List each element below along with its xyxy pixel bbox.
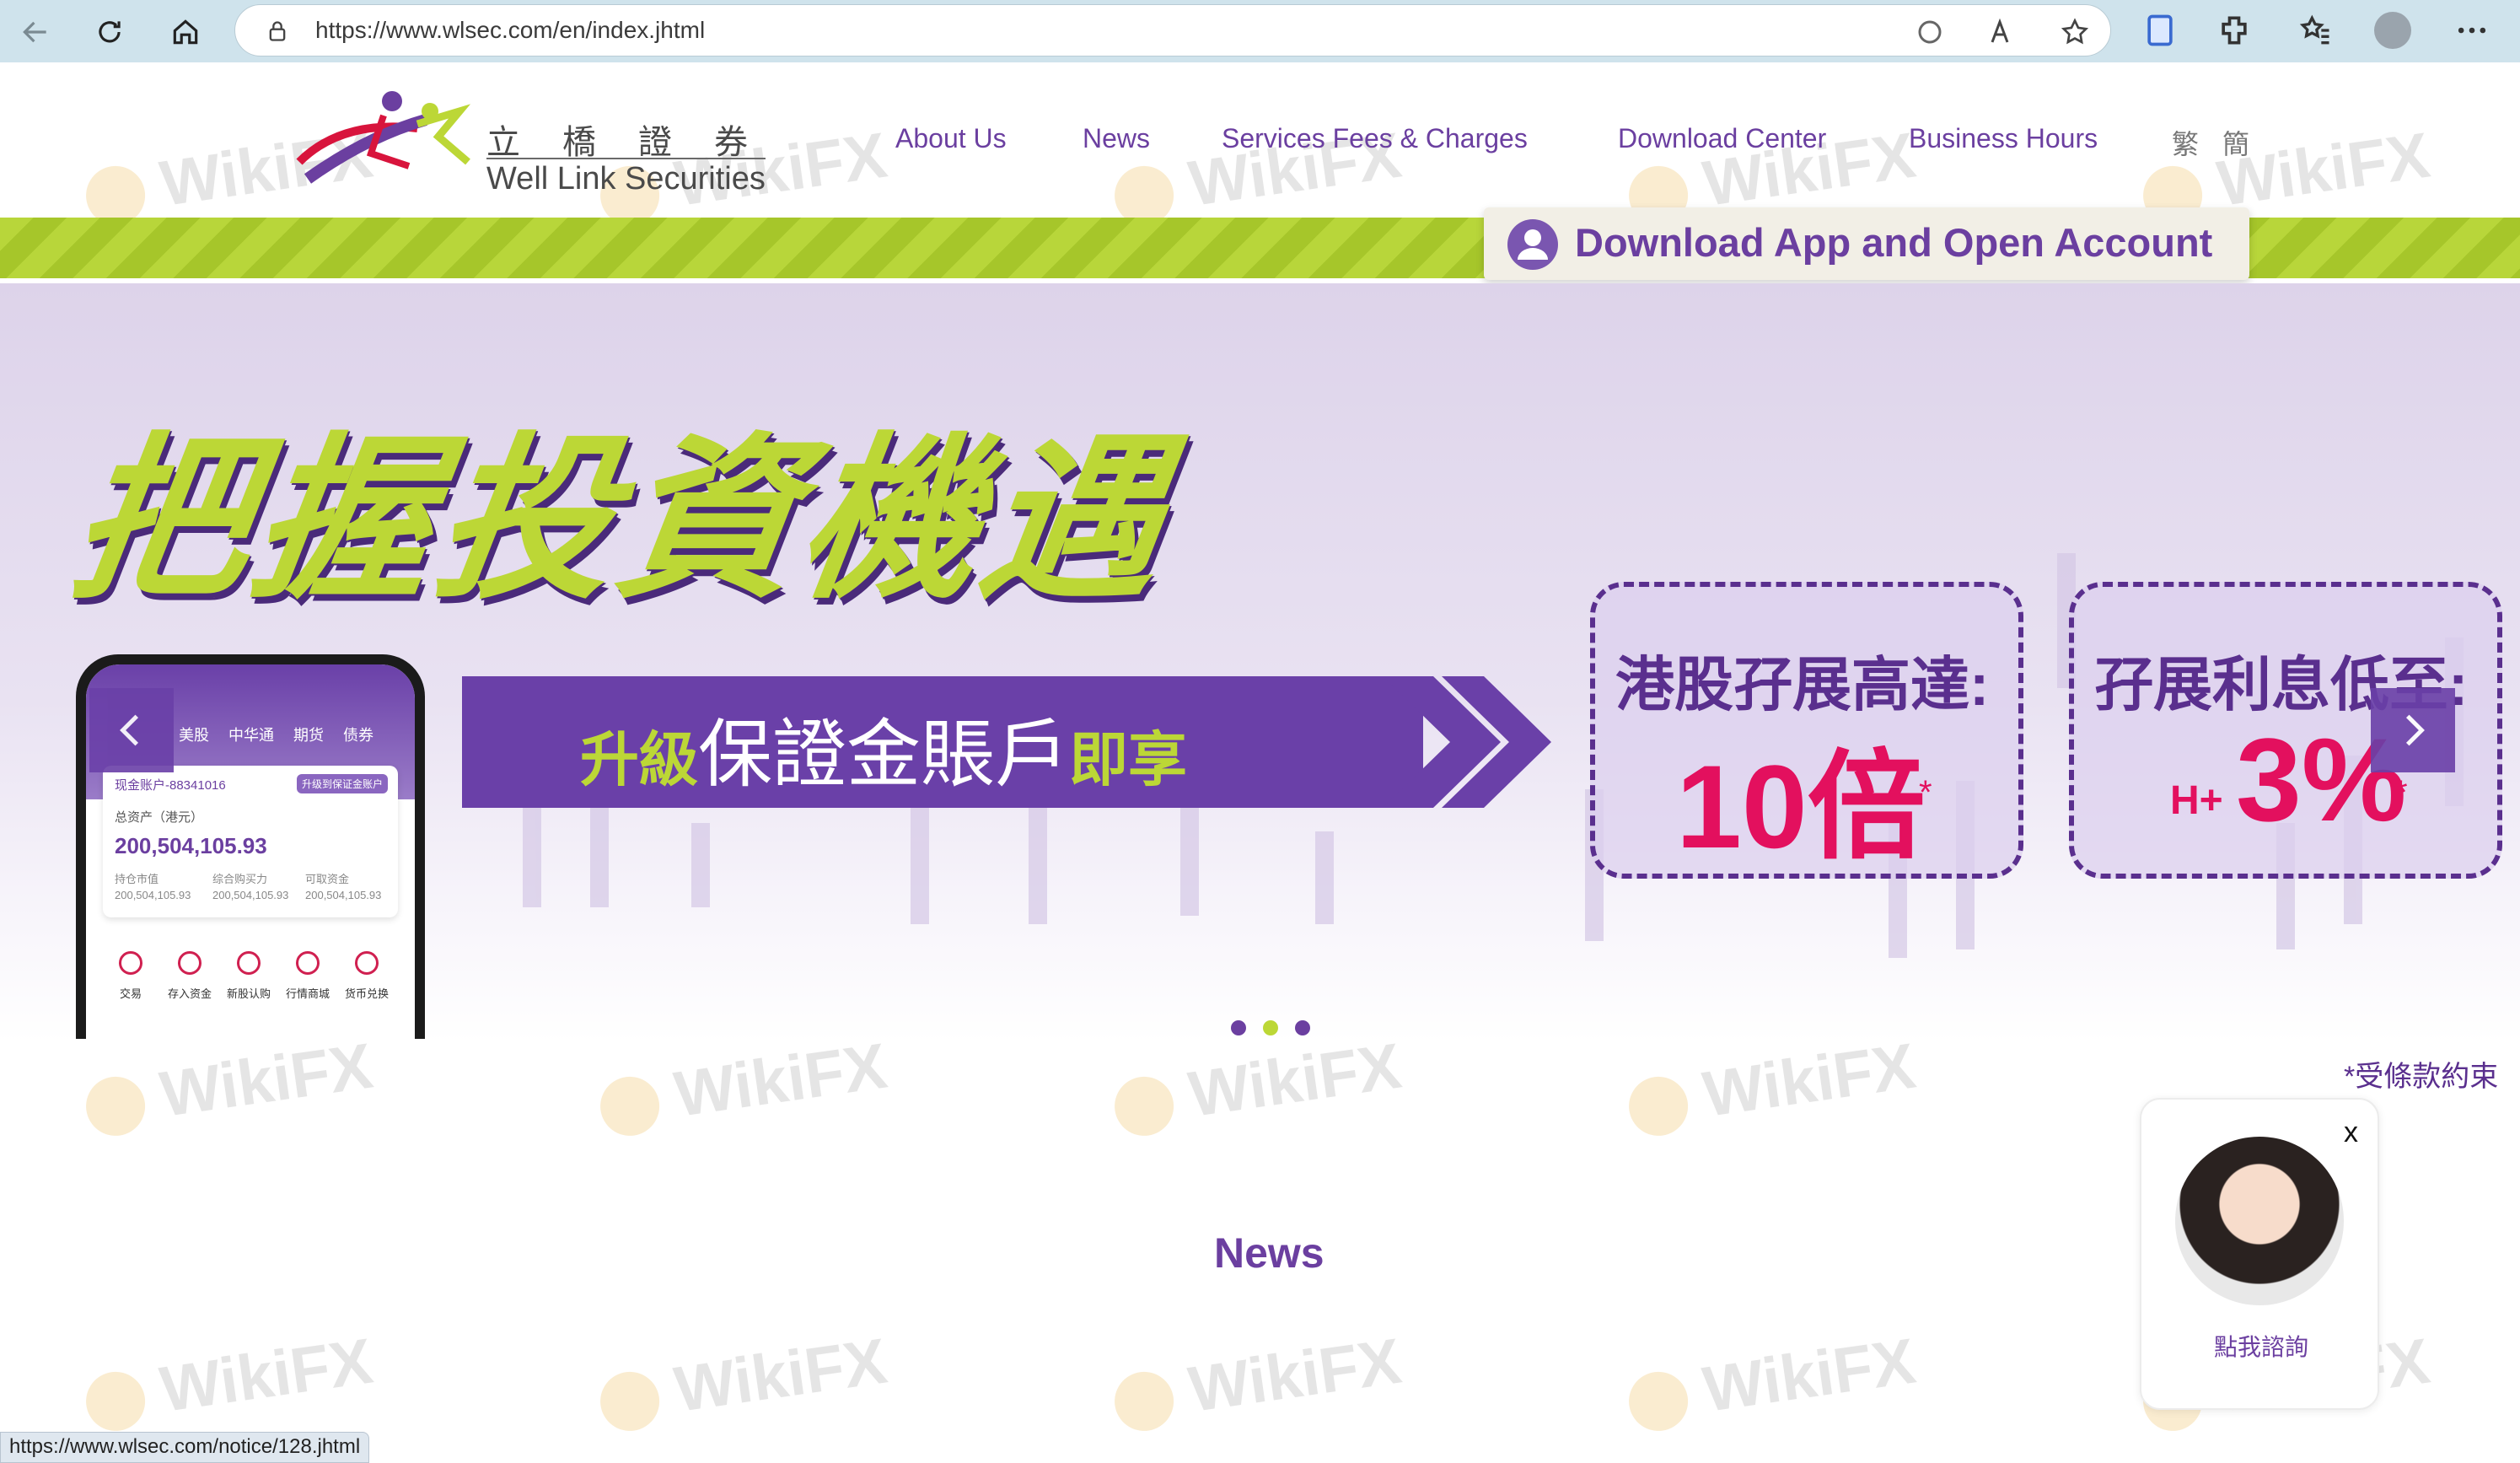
phone-total-label: 总资产（港元） (115, 810, 204, 825)
banner-headline: 把握投資機遇 (59, 421, 1180, 619)
nav-services-fees[interactable]: Services Fees & Charges (1222, 123, 1528, 165)
home-icon (173, 19, 198, 45)
margin-upgrade-band: 升級保證金賬戶即享 (462, 676, 1423, 808)
carousel-prev-button[interactable] (89, 688, 174, 772)
watermark: WikiFX (1624, 1325, 1920, 1438)
translate-icon[interactable] (1915, 17, 1945, 47)
lang-simplified[interactable]: 簡 (2222, 123, 2249, 165)
chat-widget[interactable]: x 點我諮詢 (2140, 1098, 2379, 1410)
back-button[interactable] (10, 7, 61, 57)
carousel-dots (1231, 1020, 1315, 1042)
watermark: WikiFX (1110, 1030, 1405, 1143)
chevron-arrows-icon (1383, 676, 1551, 808)
back-arrow-icon (23, 21, 46, 43)
phone-tabs: 美股 中华通 期货 债券 (179, 727, 374, 744)
promo-title: 港股孖展高達: (1615, 652, 1990, 718)
nav-news[interactable]: News (1083, 123, 1150, 165)
phone-total-value: 200,504,105.93 (115, 833, 267, 858)
download-app-button[interactable]: Download App and Open Account (1484, 207, 2249, 280)
website: WikiFX WikiFX WikiFX WikiFX WikiFX 立橋證券 … (0, 62, 2520, 1463)
nav-about-us[interactable]: About Us (895, 123, 1007, 165)
extensions-icon[interactable] (2216, 12, 2253, 49)
more-menu-icon[interactable] (2453, 12, 2490, 49)
favorites-icon[interactable] (2297, 12, 2334, 49)
consultant-avatar[interactable] (2175, 1137, 2344, 1305)
promo-card-margin-ratio: 港股孖展高達: 10倍 * (1590, 582, 2023, 879)
address-bar[interactable]: https://www.wlsec.com/en/index.jhtml (234, 4, 2111, 56)
phone-col-value: 200,504,105.93 (212, 889, 289, 901)
hero-carousel: 把握投資機遇 升級保證金賬戶即享 港股孖展高達: 10倍 * 孖展利息低至: H… (0, 283, 2520, 1042)
download-app-label: Download App and Open Account (1575, 220, 2213, 265)
watermark: WikiFX (81, 1325, 377, 1438)
well-link-logo-icon (296, 91, 471, 184)
chevron-right-icon (2405, 714, 2425, 746)
promo-mark: * (2394, 774, 2408, 811)
logo-chinese: 立橋證券 (486, 123, 790, 162)
watermark: WikiFX (595, 1325, 891, 1438)
chat-label[interactable]: 點我諮詢 (2141, 1329, 2381, 1363)
promo-value: 10倍 (1676, 740, 1926, 873)
phone-account-id: 现金账户-88341016 (115, 778, 226, 793)
logo-english: Well Link Securities (486, 158, 766, 197)
browser-toolbar: https://www.wlsec.com/en/index.jhtml (0, 0, 2520, 62)
phone-account-card: 现金账户-88341016 升级到保证金账户 总资产（港元） 200,504,1… (103, 766, 398, 917)
carousel-dot[interactable] (1231, 1020, 1246, 1035)
user-icon (1507, 219, 1558, 270)
chat-close-button[interactable]: x (2344, 1116, 2358, 1149)
phone-menu-label: 新股认购 (226, 987, 271, 1000)
nav-download-center[interactable]: Download Center (1618, 123, 1826, 165)
phone-menu-label: 交易 (119, 987, 142, 1000)
phone-col-value: 200,504,105.93 (115, 889, 191, 901)
lang-traditional[interactable]: 繁 (2172, 123, 2199, 165)
link-status-bar: https://www.wlsec.com/notice/128.jhtml (0, 1432, 370, 1463)
watermark: WikiFX (81, 1030, 377, 1143)
terms-note: *受條款約束 (2344, 1061, 2499, 1093)
carousel-dot[interactable] (1263, 1020, 1278, 1035)
news-section-title: News (1214, 1229, 1324, 1277)
lock-icon (269, 21, 286, 41)
favorite-star-icon[interactable] (2060, 17, 2090, 47)
phone-col-value: 200,504,105.93 (305, 889, 382, 901)
read-aloud-icon[interactable] (1987, 17, 2018, 47)
promo-prefix: H+ (2170, 778, 2223, 823)
margin-upgrade-text: 升級保證金賬戶即享 (580, 713, 1188, 796)
phone-menu-label: 货币兑换 (344, 987, 389, 1000)
watermark: WikiFX (595, 1030, 891, 1143)
promo-mark: * (1919, 774, 1932, 811)
nav-business-hours[interactable]: Business Hours (1909, 123, 2098, 165)
carousel-dot[interactable] (1295, 1020, 1310, 1035)
watermark: WikiFX (1110, 1325, 1405, 1438)
home-button[interactable] (160, 7, 211, 57)
collections-icon[interactable] (2141, 12, 2179, 49)
watermark: WikiFX (1624, 1030, 1920, 1143)
url-text: https://www.wlsec.com/en/index.jhtml (315, 17, 706, 43)
site-logo[interactable]: 立橋證券 Well Link Securities (291, 86, 766, 197)
carousel-next-button[interactable] (2371, 688, 2455, 772)
phone-menu-label: 行情商城 (285, 987, 330, 1000)
phone-col-label: 综合购买力 (212, 873, 268, 885)
phone-col-label: 持仓市值 (115, 873, 159, 885)
refresh-icon (99, 21, 121, 43)
phone-col-label: 可取资金 (305, 873, 350, 885)
refresh-button[interactable] (84, 7, 135, 57)
phone-upgrade-badge: 升级到保证金账户 (296, 774, 388, 793)
chevron-left-icon (120, 714, 139, 746)
phone-menu-label: 存入资金 (167, 987, 212, 1000)
profile-avatar-icon[interactable] (2374, 12, 2411, 49)
